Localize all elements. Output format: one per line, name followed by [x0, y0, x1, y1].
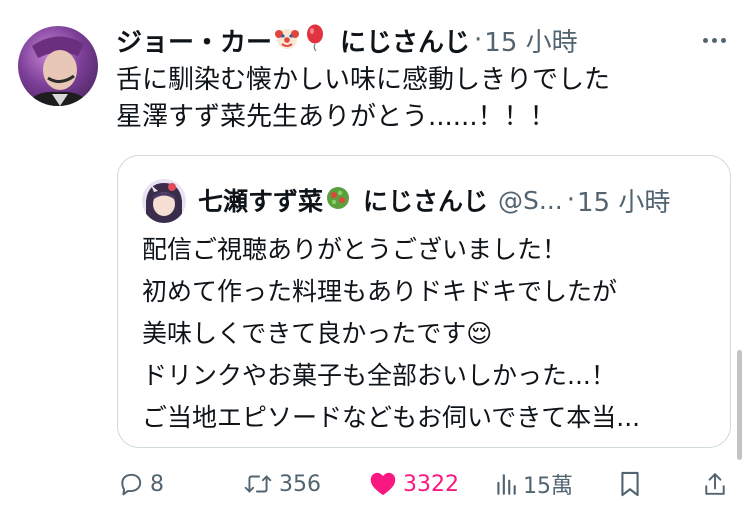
- reply-icon: [118, 471, 144, 497]
- quoted-tweet[interactable]: 七瀬すず菜 にじさんじ @S... · 15 小時 配信ご視聴ありがとうございま…: [117, 155, 731, 448]
- author-affiliation[interactable]: にじさんじ: [340, 22, 470, 59]
- quoted-text-line: 配信ご視聴ありがとうございました！: [142, 235, 568, 264]
- quoted-text-line: 美味しくできて良かったです😌: [142, 319, 493, 348]
- scrollbar[interactable]: [737, 350, 742, 460]
- bookmark-icon: [618, 470, 642, 498]
- like-count: 3322: [403, 471, 459, 497]
- views-button[interactable]: 15萬: [495, 466, 573, 502]
- tweet-time[interactable]: 15 小時: [484, 22, 577, 59]
- heart-icon: [369, 471, 397, 497]
- retweet-count: 356: [279, 471, 321, 497]
- bookmark-button[interactable]: [618, 466, 642, 502]
- salad-icon: [325, 185, 351, 215]
- quoted-author-avatar: [142, 179, 186, 223]
- quoted-tweet-header: 七瀬すず菜 にじさんじ @S... · 15 小時: [198, 182, 670, 218]
- header-separator: ·: [474, 25, 483, 55]
- quoted-text-line: 初めて作った料理もありドキドキでしたが: [142, 277, 618, 306]
- quoted-header-separator: ·: [566, 185, 576, 215]
- quoted-text-line: ご当地エピソードなどもお伺いできて本当...: [142, 403, 641, 432]
- tweet-text: 舌に馴染む懐かしい味に感動しきりでした 星澤すず菜先生ありがとう......！！…: [116, 62, 610, 136]
- quoted-author-name: 七瀬すず菜: [198, 187, 324, 216]
- tweet-text-line: 舌に馴染む懐かしい味に感動しきりでした: [116, 65, 611, 95]
- reply-count: 8: [150, 471, 164, 497]
- quoted-tweet-text: 配信ご視聴ありがとうございました！ 初めて作った料理もありドキドキでしたが 美味…: [142, 229, 640, 439]
- quoted-text-line: ドリンクやお菓子も全部おいしかった...！: [142, 361, 616, 390]
- views-icon: [495, 471, 517, 497]
- more-icon[interactable]: [698, 26, 730, 54]
- tweet: ジョー・カー にじさんじ · 15 小時 舌に馴染む懐かしい味に感動しきりでした…: [0, 0, 750, 520]
- quoted-author-affiliation: にじさんじ: [363, 187, 489, 216]
- action-bar: 8 356 3322 15萬: [116, 466, 736, 502]
- author-name[interactable]: ジョー・カー: [116, 22, 272, 59]
- view-count: 15萬: [523, 474, 573, 499]
- clown-icon: [274, 25, 300, 55]
- quoted-author-handle: @S...: [498, 185, 563, 215]
- share-icon: [703, 470, 727, 498]
- retweet-button[interactable]: 356: [243, 466, 321, 502]
- retweet-icon: [243, 471, 273, 497]
- reply-button[interactable]: 8: [118, 466, 164, 502]
- tweet-text-line: 星澤すず菜先生ありがとう......！！！: [116, 102, 556, 132]
- quoted-tweet-time: 15 小時: [577, 187, 671, 218]
- share-button[interactable]: [703, 466, 727, 502]
- balloon-icon: [302, 24, 328, 56]
- author-avatar[interactable]: [18, 26, 98, 106]
- like-button[interactable]: 3322: [369, 466, 459, 502]
- tweet-header: ジョー・カー にじさんじ · 15 小時: [116, 22, 578, 58]
